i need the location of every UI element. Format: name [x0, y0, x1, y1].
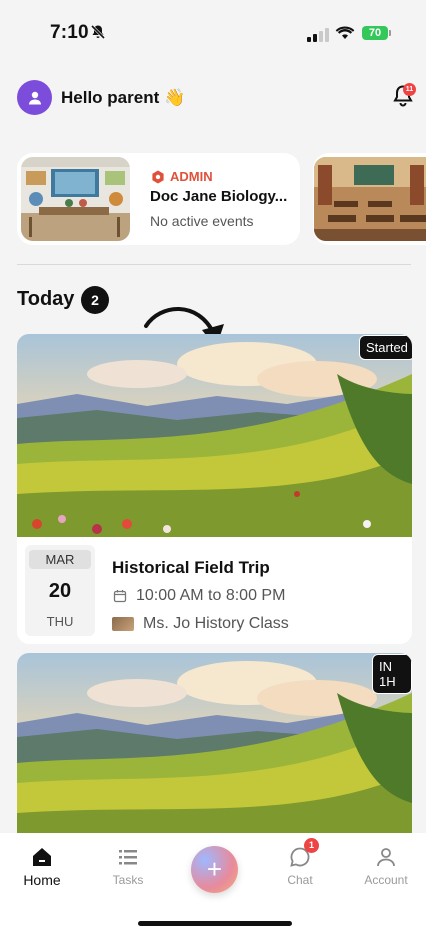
class-image	[314, 157, 426, 241]
home-indicator[interactable]	[138, 921, 292, 926]
chat-unread-badge: 1	[304, 838, 319, 853]
class-thumbnail	[112, 617, 134, 631]
event-card[interactable]: IN 1H	[17, 653, 412, 853]
event-cover-image	[17, 334, 412, 537]
class-image	[21, 157, 130, 241]
today-heading: Today	[17, 288, 75, 310]
tab-tasks-label: Tasks	[112, 873, 144, 887]
event-cover-image	[17, 653, 412, 853]
event-title: Historical Field Trip	[112, 558, 270, 577]
user-icon	[28, 91, 41, 104]
list-icon	[119, 850, 137, 865]
event-date: MAR 20 THU	[25, 545, 95, 636]
class-name: Doc Jane Biology...	[150, 188, 288, 205]
admin-role-text: ADMIN	[170, 169, 213, 184]
divider	[17, 264, 411, 265]
status-time: 7:10	[50, 22, 89, 43]
today-count-badge: 2	[81, 286, 109, 314]
greeting-text: Hello parent 👋	[61, 88, 186, 107]
tab-account-label: Account	[364, 873, 408, 887]
home-icon	[33, 848, 51, 866]
create-button[interactable]: +	[191, 846, 238, 893]
event-month: MAR	[29, 550, 91, 569]
event-day: 20	[48, 580, 72, 602]
admin-hexagon-icon	[152, 170, 164, 183]
class-cards-carousel[interactable]: ADMIN Doc Jane Biology... No active even…	[17, 153, 426, 245]
event-time: 10:00 AM to 8:00 PM	[136, 587, 286, 604]
admin-role-label: ADMIN	[151, 169, 213, 184]
battery-indicator: 70	[362, 26, 391, 40]
class-card[interactable]: ADMIN Doc Jane Biology... No active even…	[17, 153, 300, 245]
class-card[interactable]	[313, 153, 426, 245]
event-status-badge: Started	[359, 335, 412, 360]
status-bar: 7:10 70	[0, 0, 426, 64]
header: Hello parent 👋 11	[0, 78, 426, 118]
event-weekday: THU	[46, 614, 74, 629]
event-class-name: Ms. Jo History Class	[143, 615, 289, 632]
notification-count-badge: 11	[403, 83, 416, 96]
class-status: No active events	[150, 213, 254, 229]
bell-muted-icon	[90, 24, 106, 45]
person-icon	[377, 848, 395, 867]
event-card[interactable]: Started MAR 20 THU Historical Field Trip…	[17, 334, 412, 644]
event-status-badge: IN 1H	[372, 654, 412, 694]
tab-home-label: Home	[23, 872, 61, 888]
tab-chat-label: Chat	[287, 873, 313, 887]
calendar-icon	[113, 589, 127, 608]
avatar[interactable]	[17, 80, 52, 115]
wifi-icon	[335, 25, 355, 45]
cellular-signal-icon	[307, 28, 329, 42]
